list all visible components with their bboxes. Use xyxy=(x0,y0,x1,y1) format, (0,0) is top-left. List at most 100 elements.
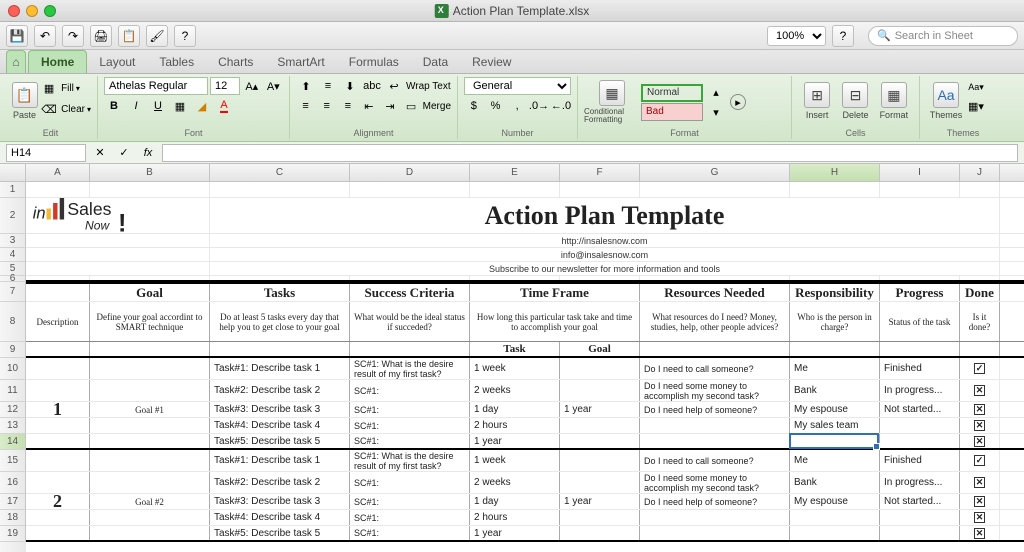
help-button[interactable]: ? xyxy=(174,25,196,47)
fill-button[interactable]: ▦ xyxy=(39,79,59,97)
fx-button[interactable]: fx xyxy=(138,144,158,162)
timeframe-goal-cell[interactable] xyxy=(560,418,640,433)
task-cell[interactable]: Task#2: Describe task 2 xyxy=(210,472,350,493)
row-header-7[interactable]: 7 xyxy=(0,282,26,302)
goal-number[interactable] xyxy=(26,380,90,401)
timeframe-goal-cell[interactable] xyxy=(560,526,640,540)
desc-cell[interactable]: Is it done? xyxy=(960,302,1000,341)
done-cell[interactable]: ✕ xyxy=(960,418,1000,433)
done-cell[interactable]: ✕ xyxy=(960,526,1000,540)
style-more-button[interactable]: ▸ xyxy=(730,94,746,110)
orientation-button[interactable]: abc xyxy=(362,77,382,95)
style-bad-button[interactable]: Bad xyxy=(641,103,703,121)
goal-name[interactable] xyxy=(90,434,210,448)
goal-number[interactable] xyxy=(26,510,90,525)
success-cell[interactable]: SC#1: What is the desire result of my fi… xyxy=(350,450,470,471)
resources-cell[interactable]: Do I need to call someone? xyxy=(640,450,790,471)
close-window-button[interactable] xyxy=(8,5,20,17)
minimize-window-button[interactable] xyxy=(26,5,38,17)
row-header-15[interactable]: 15 xyxy=(0,450,26,472)
success-cell[interactable]: SC#1: xyxy=(350,510,470,525)
redo-button[interactable]: ↷ xyxy=(62,25,84,47)
desc-cell[interactable]: Who is the person in charge? xyxy=(790,302,880,341)
paste-button[interactable]: 📋 xyxy=(118,25,140,47)
align-left-button[interactable]: ≡ xyxy=(296,97,315,115)
number-format-select[interactable]: General xyxy=(464,77,571,95)
done-checkbox[interactable]: ✕ xyxy=(974,420,985,431)
task-cell[interactable]: Task#4: Describe task 4 xyxy=(210,418,350,433)
row-header-2[interactable]: 2 xyxy=(0,198,26,234)
resources-cell[interactable]: Do I need some money to accomplish my se… xyxy=(640,380,790,401)
resources-cell[interactable] xyxy=(640,418,790,433)
goal-number[interactable] xyxy=(26,418,90,433)
progress-cell[interactable] xyxy=(880,510,960,525)
goal-number[interactable] xyxy=(26,472,90,493)
responsibility-cell[interactable]: My espouse xyxy=(790,402,880,417)
success-cell[interactable]: SC#1: What is the desire result of my fi… xyxy=(350,358,470,379)
resources-cell[interactable]: Do I need some money to accomplish my se… xyxy=(640,472,790,493)
font-size-select[interactable] xyxy=(210,77,240,95)
progress-cell[interactable] xyxy=(880,434,960,448)
tab-layout[interactable]: Layout xyxy=(87,51,147,73)
select-all-corner[interactable] xyxy=(0,164,26,181)
done-checkbox[interactable]: ✓ xyxy=(974,363,985,374)
maximize-window-button[interactable] xyxy=(44,5,56,17)
percent-button[interactable]: % xyxy=(486,97,506,115)
row-header-18[interactable]: 18 xyxy=(0,510,26,526)
desc-cell[interactable]: What would be the ideal status if succed… xyxy=(350,302,470,341)
progress-cell[interactable]: Not started... xyxy=(880,494,960,509)
row-header-12[interactable]: 12 xyxy=(0,402,26,418)
header-goal[interactable]: Goal xyxy=(90,284,210,301)
responsibility-cell[interactable]: Me xyxy=(790,450,880,471)
col-header-A[interactable]: A xyxy=(26,164,90,181)
col-header-E[interactable]: E xyxy=(470,164,560,181)
delete-cells-button[interactable]: ⊟Delete xyxy=(836,76,874,126)
done-cell[interactable]: ✕ xyxy=(960,434,1000,448)
success-cell[interactable]: SC#1: xyxy=(350,526,470,540)
tab-backstage[interactable]: ⌂ xyxy=(6,50,26,73)
format-cells-button[interactable]: ▦Format xyxy=(875,76,913,126)
task-cell[interactable]: Task#4: Describe task 4 xyxy=(210,510,350,525)
goal-number[interactable]: 2 xyxy=(26,494,90,509)
responsibility-cell[interactable]: Bank xyxy=(790,380,880,401)
row-header-16[interactable]: 16 xyxy=(0,472,26,494)
responsibility-cell[interactable]: Bank xyxy=(790,472,880,493)
style-down-button[interactable]: ▾ xyxy=(706,103,726,121)
timeframe-goal-cell[interactable] xyxy=(560,358,640,379)
sheet-search-input[interactable]: 🔍 Search in Sheet xyxy=(868,26,1018,46)
help-icon[interactable]: ? xyxy=(832,25,854,47)
done-checkbox[interactable]: ✕ xyxy=(974,528,985,539)
progress-cell[interactable] xyxy=(880,526,960,540)
goal-number[interactable] xyxy=(26,526,90,540)
timeframe-goal-cell[interactable] xyxy=(560,510,640,525)
success-cell[interactable]: SC#1: xyxy=(350,434,470,448)
timeframe-task-cell[interactable]: 1 day xyxy=(470,402,560,417)
tab-home[interactable]: Home xyxy=(28,50,87,73)
done-checkbox[interactable]: ✕ xyxy=(974,436,985,447)
timeframe-goal-cell[interactable] xyxy=(560,472,640,493)
success-cell[interactable]: SC#1: xyxy=(350,402,470,417)
timeframe-task-cell[interactable]: 2 hours xyxy=(470,510,560,525)
responsibility-cell[interactable]: Me xyxy=(790,358,880,379)
align-right-button[interactable]: ≡ xyxy=(338,97,357,115)
goal-name[interactable] xyxy=(90,418,210,433)
resources-cell[interactable]: Do I need to call someone? xyxy=(640,358,790,379)
style-up-button[interactable]: ▴ xyxy=(706,83,726,101)
success-cell[interactable]: SC#1: xyxy=(350,472,470,493)
timeframe-task-cell[interactable]: 1 day xyxy=(470,494,560,509)
style-normal-button[interactable]: Normal xyxy=(641,84,703,102)
desc-cell[interactable]: Status of the task xyxy=(880,302,960,341)
font-color-button[interactable]: A xyxy=(214,97,234,115)
fill-color-button[interactable]: ◢ xyxy=(192,97,212,115)
col-header-B[interactable]: B xyxy=(90,164,210,181)
confirm-button[interactable]: ✓ xyxy=(114,144,134,162)
clear-button[interactable]: ⌫ xyxy=(39,100,59,118)
header-responsibility[interactable]: Responsibility xyxy=(790,284,880,301)
desc-cell[interactable]: Do at least 5 tasks every day that help … xyxy=(210,302,350,341)
tab-charts[interactable]: Charts xyxy=(206,51,265,73)
currency-button[interactable]: $ xyxy=(464,97,484,115)
increase-font-button[interactable]: A▴ xyxy=(242,77,262,95)
row-header-9[interactable]: 9 xyxy=(0,342,26,358)
done-checkbox[interactable]: ✕ xyxy=(974,512,985,523)
col-header-J[interactable]: J xyxy=(960,164,1000,181)
